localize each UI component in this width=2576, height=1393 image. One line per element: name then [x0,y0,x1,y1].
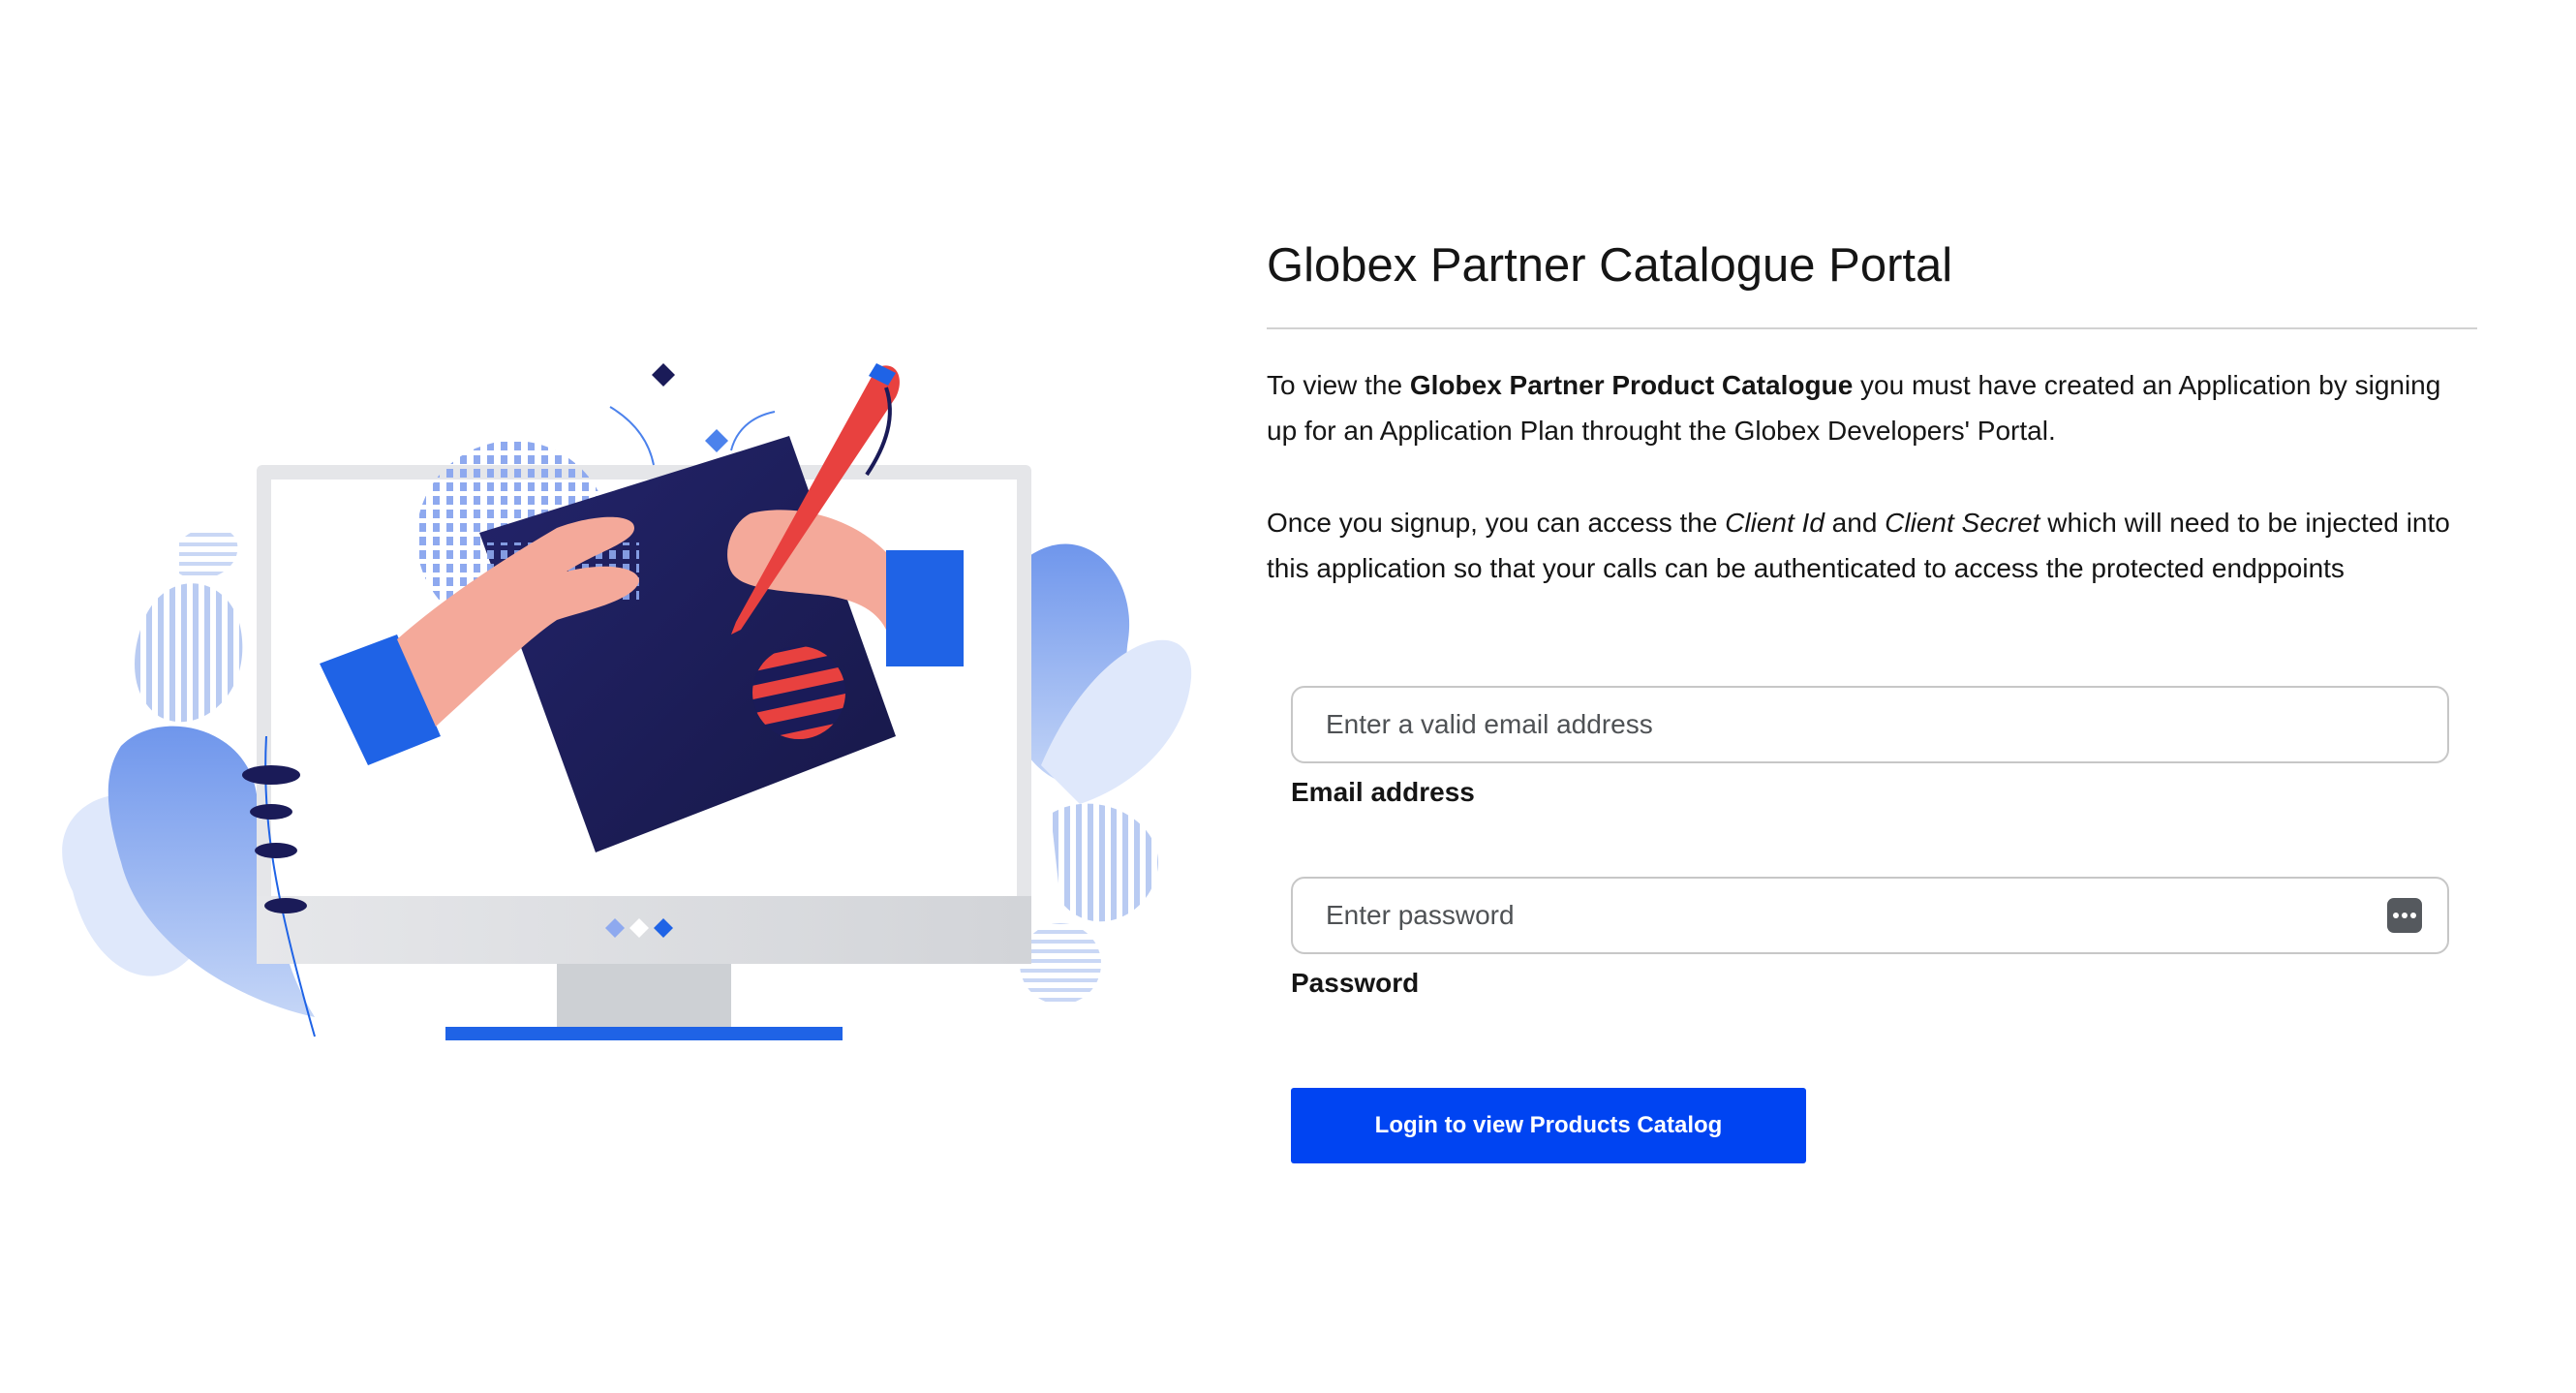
password-label: Password [1291,968,1420,998]
page-title: Globex Partner Catalogue Portal [1267,232,2477,329]
email-input[interactable] [1293,688,2447,761]
credentials-text: Once you signup, you can access the [1267,508,1726,538]
computer-drawing-illustration [62,363,1192,1040]
password-manager-icon[interactable] [2387,898,2422,933]
login-page: Globex Partner Catalogue Portal To view … [0,0,2576,1393]
credentials-paragraph: Once you signup, you can access the Clie… [1267,500,2477,591]
email-field-container [1291,686,2449,763]
intro-bold-text: Globex Partner Product Catalogue [1409,370,1854,400]
password-field-container [1291,877,2449,954]
client-secret-text: Client Secret [1885,508,2040,538]
intro-paragraph: To view the Globex Partner Product Catal… [1267,362,2477,453]
login-form: Email address Password Login to view Pro… [1291,686,2449,1163]
intro-text: To view the [1267,370,1410,400]
email-label: Email address [1291,777,1475,807]
password-input[interactable] [1293,879,2447,952]
login-panel: Globex Partner Catalogue Portal To view … [1267,232,2477,1163]
credentials-text: and [1824,508,1886,538]
client-id-text: Client Id [1725,508,1825,538]
hero-illustration [53,320,1215,1056]
login-button[interactable]: Login to view Products Catalog [1291,1088,1806,1163]
